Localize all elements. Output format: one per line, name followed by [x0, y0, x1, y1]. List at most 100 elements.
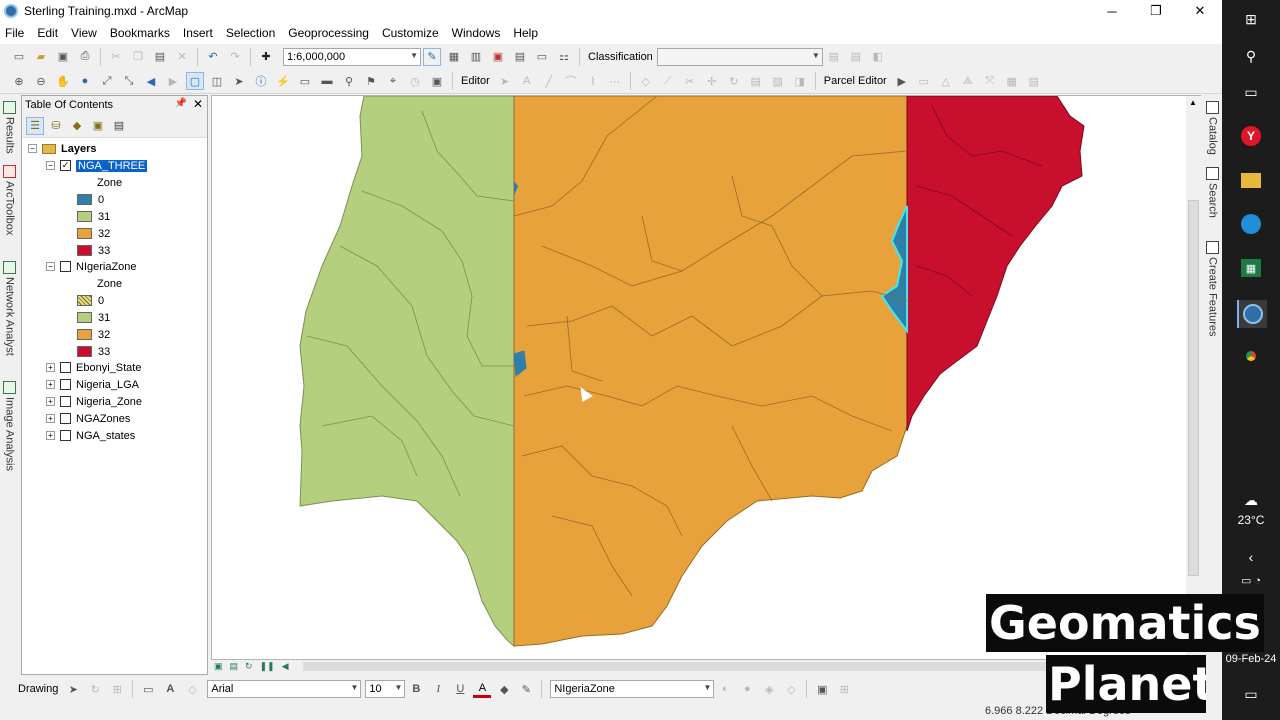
modelbuilder-icon[interactable]: ⚏	[555, 48, 573, 66]
network-icon[interactable]: ▭ ◔	[1239, 568, 1263, 592]
italic-button[interactable]: I	[429, 680, 447, 698]
map-vertical-scrollbar[interactable]: ▲	[1186, 96, 1201, 659]
georef-fit-icon[interactable]: ▣	[813, 680, 831, 698]
pin-icon[interactable]: 📌	[175, 98, 187, 109]
drawing-menu[interactable]: Drawing	[18, 683, 58, 695]
scroll-left-icon[interactable]: ◀	[282, 661, 289, 672]
legend-class[interactable]: 33	[77, 343, 110, 360]
sketch-properties-icon[interactable]: ▧	[769, 72, 787, 90]
create-features-icon[interactable]: ◨	[791, 72, 809, 90]
table-of-contents-icon[interactable]: ▦	[445, 48, 463, 66]
scroll-up-icon[interactable]: ▲	[1189, 98, 1197, 107]
cut-icon[interactable]: ✂	[107, 48, 125, 66]
layer-name[interactable]: Nigeria_Zone	[76, 396, 142, 408]
parcel-join-icon[interactable]: ⟁	[959, 72, 977, 90]
collapse-icon[interactable]: −	[46, 161, 55, 170]
hyperlink-icon[interactable]: ⚡	[274, 72, 292, 90]
delete-icon[interactable]: ✕	[173, 48, 191, 66]
search-tab[interactable]: Search	[1204, 167, 1221, 218]
parcel-lines-icon[interactable]: ▦	[1003, 72, 1021, 90]
select-features-icon[interactable]: ▢	[186, 72, 204, 90]
edit-vertices-icon[interactable]: ◇	[637, 72, 655, 90]
minimize-button[interactable]: ─	[1090, 0, 1134, 22]
underline-button[interactable]: U	[451, 680, 469, 698]
point-icon[interactable]: ⋯	[606, 72, 624, 90]
edit-tool-icon[interactable]: ➤	[496, 72, 514, 90]
layer-nigeriazone[interactable]: − NIgeriaZone	[46, 258, 137, 275]
legend-class[interactable]: 0	[77, 191, 104, 208]
classify-icon[interactable]: ▤	[825, 48, 843, 66]
layer-name[interactable]: Ebonyi_State	[76, 362, 141, 374]
callout-icon[interactable]: ◇	[183, 680, 201, 698]
editor-toolbar-icon[interactable]: ✎	[423, 47, 441, 66]
layer-nigeria-zone[interactable]: + Nigeria_Zone	[46, 393, 142, 410]
zone-31-region[interactable]	[299, 96, 515, 648]
select-elements-icon[interactable]: ➤	[230, 72, 248, 90]
close-icon[interactable]: ✕	[193, 97, 203, 111]
create-features-tab[interactable]: Create Features	[1204, 241, 1221, 336]
parcel-construct-icon[interactable]: △	[937, 72, 955, 90]
create-viewer-icon[interactable]: ▣	[428, 72, 446, 90]
search-window-icon[interactable]: ▣	[489, 48, 507, 66]
refresh-view-icon[interactable]: ↻	[245, 661, 253, 672]
zoom-in-icon[interactable]: ⊕	[10, 72, 28, 90]
go-to-xy-icon[interactable]: ⌖	[384, 72, 402, 90]
yandex-browser-icon[interactable]: Y	[1239, 124, 1263, 148]
classification-label[interactable]: Classification	[588, 51, 653, 63]
expand-icon[interactable]: +	[46, 397, 55, 406]
target-layer-select[interactable]: NIgeriaZone ▼	[550, 680, 715, 698]
parcel-details-icon[interactable]: ▭	[915, 72, 933, 90]
fill-color-icon[interactable]: ◆	[495, 680, 513, 698]
georef-table-icon[interactable]: ◇	[782, 680, 800, 698]
maximize-button[interactable]: ❐	[1134, 0, 1178, 22]
layer-visibility-checkbox[interactable]	[60, 396, 71, 407]
expand-icon[interactable]: +	[46, 414, 55, 423]
arctoolbox-tab[interactable]: ArcToolbox	[1, 165, 18, 235]
layer-nigeria-lga[interactable]: + Nigeria_LGA	[46, 376, 139, 393]
reshape-icon[interactable]: ⟋	[659, 72, 677, 90]
bold-button[interactable]: B	[407, 680, 425, 698]
zone-33-region[interactable]	[901, 96, 1085, 432]
catalog-window-icon[interactable]: ▥	[467, 48, 485, 66]
straight-segment-icon[interactable]: ╱	[540, 72, 558, 90]
new-text-icon[interactable]: A	[161, 680, 179, 698]
layer-name[interactable]: NGAZones	[76, 413, 130, 425]
layer-name[interactable]: NGA_THREE	[74, 158, 149, 173]
list-by-source-icon[interactable]: ⛁	[47, 117, 65, 135]
attributes-icon[interactable]: ▤	[747, 72, 765, 90]
editor-menu[interactable]: Editor	[461, 75, 490, 87]
rotate-element-icon[interactable]: ↻	[86, 680, 104, 698]
fixed-zoom-in-icon[interactable]: ⤢	[98, 72, 116, 90]
list-by-drawing-order-icon[interactable]: ☰	[26, 116, 44, 135]
layer-visibility-checkbox[interactable]	[60, 430, 71, 441]
layer-visibility-checkbox[interactable]	[60, 379, 71, 390]
layer-visibility-checkbox[interactable]	[60, 261, 71, 272]
close-window-button[interactable]: ✕	[1178, 0, 1222, 22]
forward-extent-icon[interactable]: ▶	[164, 72, 182, 90]
menu-geoprocessing[interactable]: Geoprocessing	[288, 26, 369, 40]
layer-ebonyi-state[interactable]: + Ebonyi_State	[46, 359, 141, 376]
data-view-icon[interactable]: ▣	[214, 661, 223, 672]
font-select[interactable]: Arial ▼	[207, 680, 362, 698]
arcmap-taskbar-icon[interactable]	[1237, 300, 1267, 328]
georef-view-icon[interactable]: ●	[738, 680, 756, 698]
legend-class[interactable]: 31	[77, 208, 110, 225]
font-size-select[interactable]: 10 ▼	[365, 680, 406, 698]
undo-icon[interactable]: ↶	[204, 48, 222, 66]
chrome-browser-icon[interactable]	[1239, 344, 1263, 368]
time-slider-icon[interactable]: ◷	[406, 72, 424, 90]
rectangle-icon[interactable]: ▭	[139, 680, 157, 698]
layout-view-icon[interactable]: ▤	[230, 661, 239, 672]
list-by-selection-icon[interactable]: ▣	[89, 117, 107, 135]
menu-edit[interactable]: Edit	[37, 26, 58, 40]
zoom-out-icon[interactable]: ⊖	[32, 72, 50, 90]
layers-root[interactable]: − Layers	[28, 140, 96, 157]
pan-icon[interactable]: ✋	[54, 72, 72, 90]
scroll-thumb[interactable]	[1188, 200, 1199, 576]
zoom-to-elements-icon[interactable]: ⊞	[108, 680, 126, 698]
find-icon[interactable]: ⚲	[340, 72, 358, 90]
menu-view[interactable]: View	[71, 26, 97, 40]
catalog-tab[interactable]: Catalog	[1204, 101, 1221, 155]
image-analysis-tab[interactable]: Image Analysis	[1, 381, 18, 471]
line-color-icon[interactable]: ✎	[517, 680, 535, 698]
